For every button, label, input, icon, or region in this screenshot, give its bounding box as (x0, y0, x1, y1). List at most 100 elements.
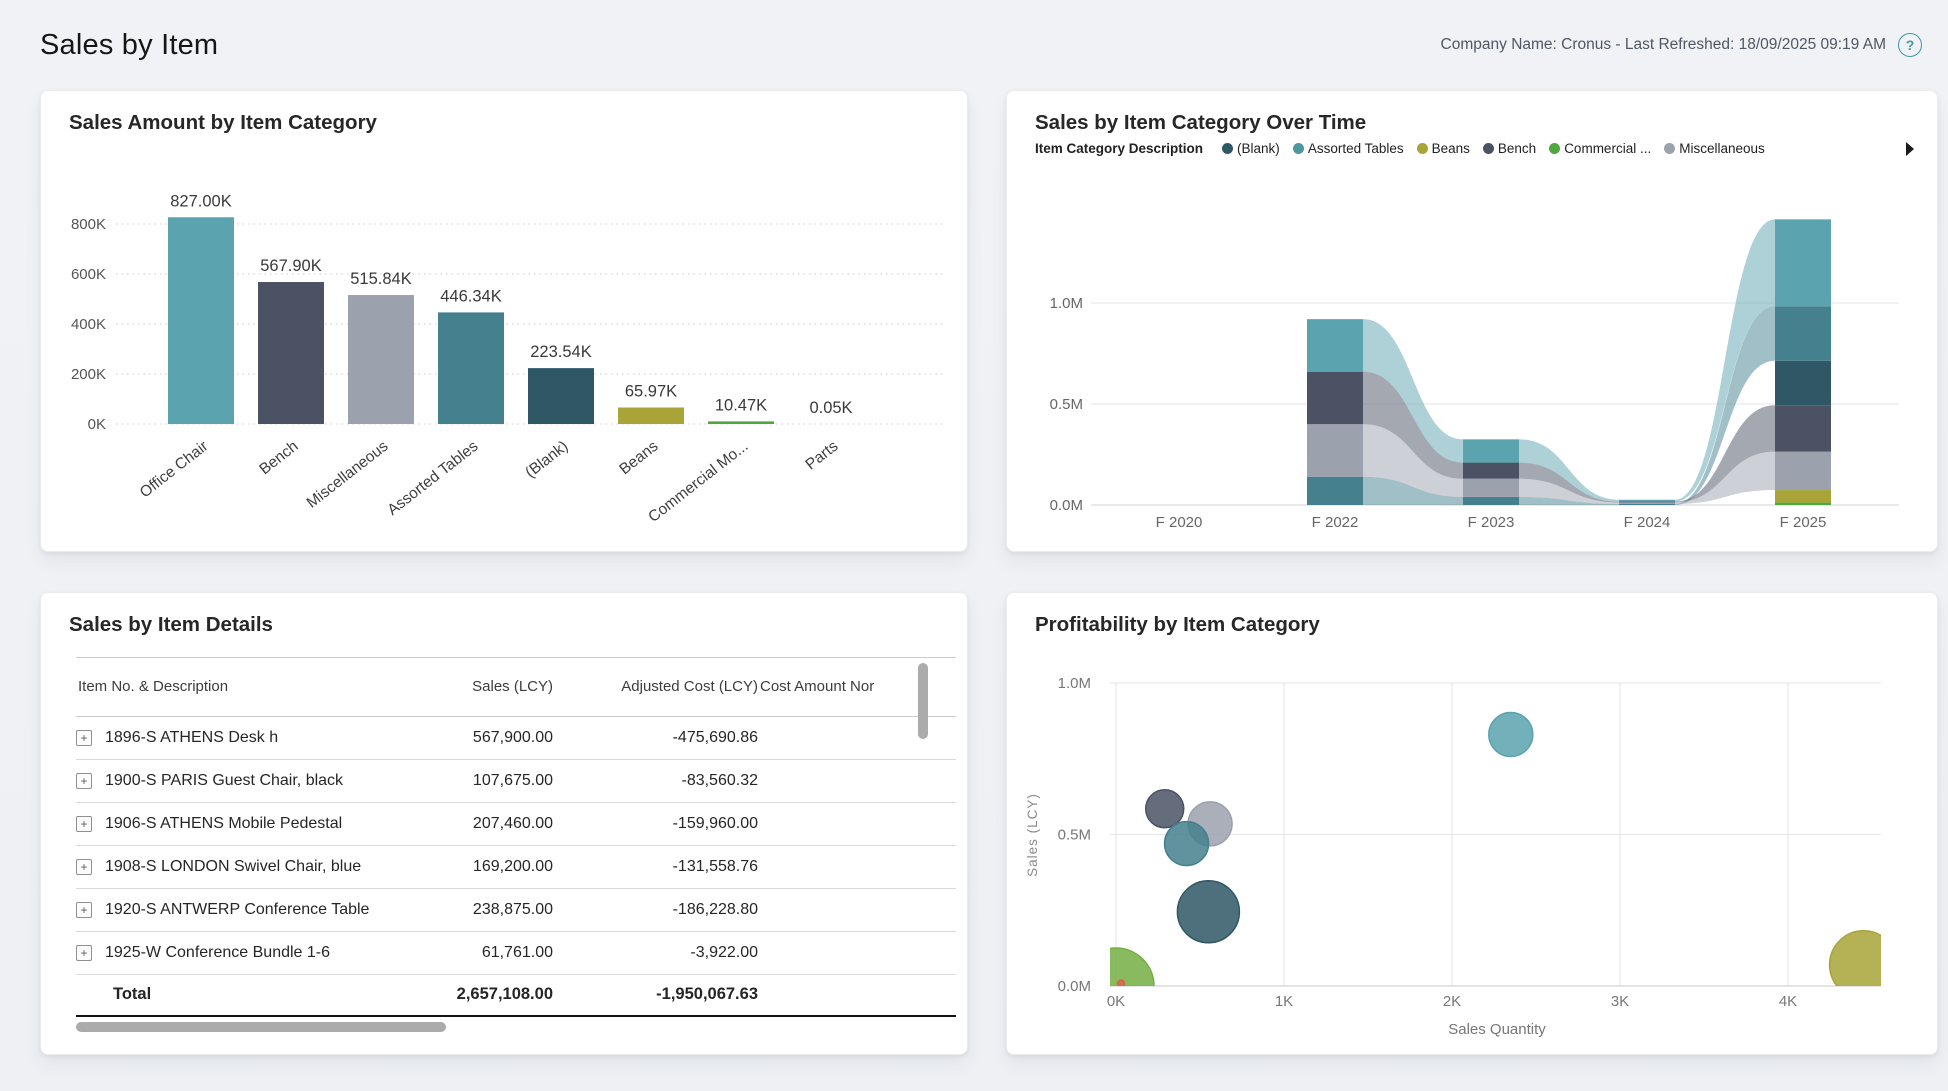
bubble[interactable] (1146, 790, 1184, 828)
ribbon-column-segment[interactable] (1307, 477, 1363, 505)
ribbon-column-segment[interactable] (1463, 439, 1519, 462)
legend-item[interactable]: Miscellaneous (1664, 141, 1765, 156)
expand-row-icon[interactable]: + (76, 902, 92, 918)
table-row[interactable]: +1896-S ATHENS Desk h567,900.00-475,690.… (76, 717, 956, 760)
ribbon-column-segment[interactable] (1619, 500, 1675, 502)
adjusted-cost-value: -159,960.00 (553, 803, 758, 846)
vertical-scrollbar[interactable] (918, 663, 928, 739)
bar-value-label: 446.34K (440, 287, 501, 305)
table-row[interactable]: +1908-S LONDON Swivel Chair, blue169,200… (76, 846, 956, 889)
ribbon-column-segment[interactable] (1775, 490, 1831, 503)
legend-item-label: Assorted Tables (1308, 141, 1404, 156)
x-tick-label: 3K (1611, 993, 1629, 1010)
bubble[interactable] (1177, 881, 1239, 943)
bubble[interactable] (1165, 822, 1209, 866)
bar[interactable] (168, 217, 234, 424)
y-tick-label: 400K (71, 316, 106, 333)
bar[interactable] (348, 295, 414, 424)
ribbon-column-segment[interactable] (1775, 219, 1831, 306)
bar[interactable] (708, 421, 774, 424)
bar[interactable] (528, 368, 594, 424)
table-row[interactable]: +1906-S ATHENS Mobile Pedestal207,460.00… (76, 803, 956, 846)
bar-value-label: 827.00K (170, 192, 231, 210)
ribbon-column-segment[interactable] (1307, 319, 1363, 372)
panel-profitability: 0K1K2K3K4K0.0M0.5M1.0MSales QuantitySale… (1006, 592, 1938, 1055)
legend-next-icon[interactable] (1905, 142, 1915, 156)
legend-item[interactable]: Commercial ... (1549, 141, 1651, 156)
adjusted-cost-value: -186,228.80 (553, 889, 758, 932)
panel-sales-details: Sales by Item Details Item No. & Descrip… (40, 592, 968, 1055)
adjusted-cost-value: -3,922.00 (553, 932, 758, 975)
ribbon-column-segment[interactable] (1775, 361, 1831, 405)
ribbon-chart-title: Sales by Item Category Over Time (1035, 111, 1366, 135)
dashboard: Sales by Item Company Name: Cronus - Las… (0, 0, 1948, 1091)
expand-row-icon[interactable]: + (76, 730, 92, 746)
ribbon-column-segment[interactable] (1307, 424, 1363, 477)
x-tick-label: F 2025 (1780, 514, 1827, 531)
column-header[interactable]: Adjusted Cost (LCY) (553, 658, 758, 717)
legend-dot-icon (1664, 143, 1675, 154)
expand-row-icon[interactable]: + (76, 859, 92, 875)
ribbon-column-segment[interactable] (1619, 504, 1675, 505)
legend-title: Item Category Description (1035, 141, 1203, 156)
sales-value: 169,200.00 (376, 846, 553, 889)
ribbon-column-segment[interactable] (1463, 463, 1519, 479)
ribbon-column-segment[interactable] (1307, 372, 1363, 425)
ribbon-column-segment[interactable] (1775, 405, 1831, 451)
x-axis-title: Sales Quantity (1448, 1021, 1546, 1038)
horizontal-scrollbar[interactable] (76, 1022, 446, 1032)
x-category-label: Beans (616, 438, 661, 479)
x-category-label: Parts (802, 438, 841, 474)
x-tick-label: F 2023 (1468, 514, 1515, 531)
table-row[interactable]: +1925-W Conference Bundle 1-661,761.00-3… (76, 932, 956, 975)
bar-chart-title: Sales Amount by Item Category (69, 111, 377, 135)
table-scroll-area[interactable]: +1896-S ATHENS Desk h567,900.00-475,690.… (76, 717, 956, 975)
legend-dot-icon (1417, 143, 1428, 154)
bubble[interactable] (1830, 931, 1898, 999)
item-description: 1900-S PARIS Guest Chair, black (105, 772, 343, 790)
column-header[interactable]: Sales (LCY) (376, 658, 553, 717)
bar-chart: 800K600K400K200K0K827.00KOffice Chair567… (41, 91, 969, 553)
x-category-label: (Blank) (522, 438, 571, 482)
bar-value-label: 515.84K (350, 270, 411, 288)
sales-value: 107,675.00 (376, 760, 553, 803)
legend-item[interactable]: Beans (1417, 141, 1470, 156)
expand-row-icon[interactable]: + (76, 816, 92, 832)
adjusted-cost-value: -475,690.86 (553, 717, 758, 760)
bar-value-label: 567.90K (260, 257, 321, 275)
item-description: 1925-W Conference Bundle 1-6 (105, 944, 330, 962)
ribbon-column-segment[interactable] (1619, 502, 1675, 504)
bar[interactable] (258, 282, 324, 424)
y-tick-label: 0.5M (1050, 396, 1083, 413)
expand-row-icon[interactable]: + (76, 773, 92, 789)
y-tick-label: 0.5M (1058, 827, 1091, 844)
ribbon-column-segment[interactable] (1775, 503, 1831, 505)
ribbon-column-segment[interactable] (1775, 306, 1831, 361)
details-table: Item No. & DescriptionSales (LCY)Adjuste… (76, 657, 956, 1017)
expand-row-icon[interactable]: + (76, 945, 92, 961)
ribbon-chart: 0.0M0.5M1.0MF 2020F 2022F 2023F 2024F 20… (1007, 91, 1939, 553)
y-tick-label: 600K (71, 266, 106, 283)
ribbon-column-segment[interactable] (1619, 502, 1675, 503)
x-category-label: Miscellaneous (304, 438, 392, 512)
bar-value-label: 65.97K (625, 383, 677, 401)
bubble[interactable] (1489, 713, 1533, 757)
bar[interactable] (618, 408, 684, 424)
bar[interactable] (438, 312, 504, 424)
legend-dot-icon (1293, 143, 1304, 154)
legend-item-label: Commercial ... (1564, 141, 1651, 156)
ribbon-column-segment[interactable] (1463, 497, 1519, 505)
legend-item-label: Miscellaneous (1679, 141, 1765, 156)
legend-item[interactable]: Bench (1483, 141, 1536, 156)
x-tick-label: F 2022 (1312, 514, 1359, 531)
table-row[interactable]: +1900-S PARIS Guest Chair, black 107,675.… (76, 760, 956, 803)
legend-item[interactable]: (Blank) (1222, 141, 1280, 156)
table-row[interactable]: +1920-S ANTWERP Conference Table238,875.… (76, 889, 956, 932)
help-icon[interactable]: ? (1898, 33, 1922, 57)
legend-item[interactable]: Assorted Tables (1293, 141, 1404, 156)
ribbon-column-segment[interactable] (1775, 452, 1831, 490)
company-refresh-info: Company Name: Cronus - Last Refreshed: 1… (1441, 36, 1886, 54)
column-header[interactable]: Item No. & Description (76, 658, 376, 717)
ribbon-column-segment[interactable] (1463, 479, 1519, 497)
y-tick-label: 0.0M (1050, 497, 1083, 514)
